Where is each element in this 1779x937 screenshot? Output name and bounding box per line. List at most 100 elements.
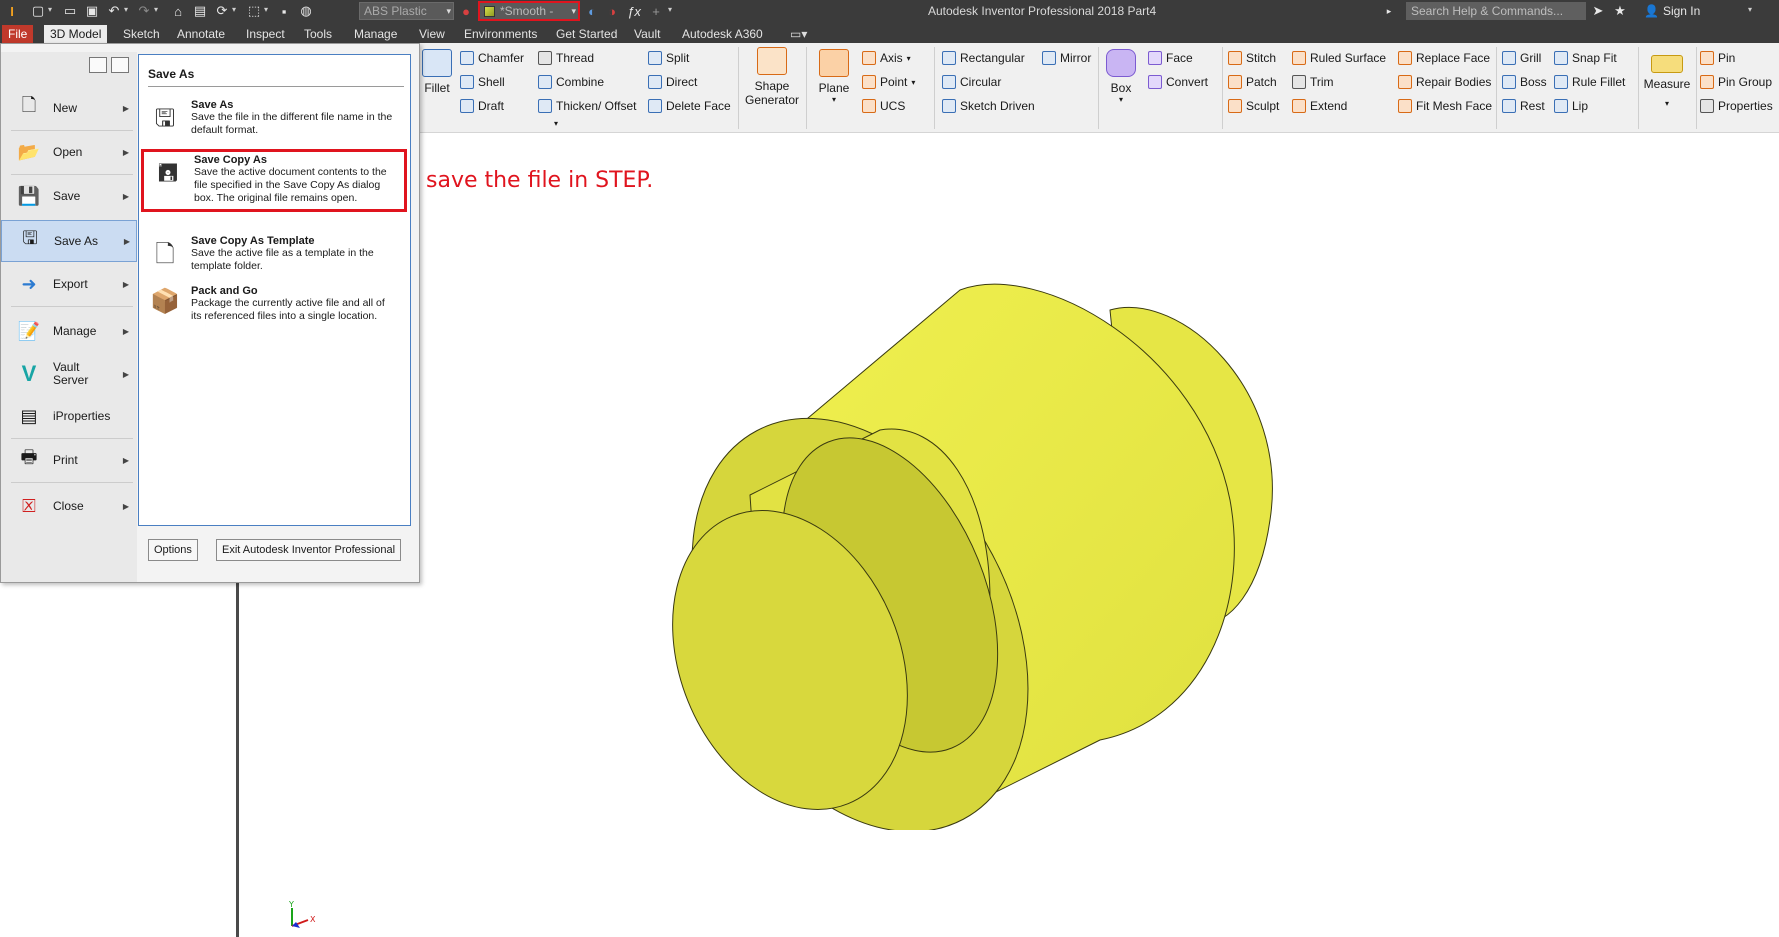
replace-face-button[interactable]: Replace Face [1398, 51, 1490, 65]
shape-generator-button[interactable]: Shape Generator [742, 47, 802, 107]
submenu-pack-and-go[interactable]: 📦 Pack and Go Package the currently acti… [147, 285, 405, 323]
exit-inventor-button[interactable]: Exit Autodesk Inventor Professional [216, 539, 402, 561]
redo-dropdown-icon[interactable]: ▾ [154, 5, 158, 14]
delete-face-button[interactable]: Delete Face [648, 99, 731, 113]
tab-annotate[interactable]: Annotate [171, 25, 231, 43]
appearance-dropdown[interactable]: *Smooth - ▾ [478, 1, 580, 21]
chamfer-button[interactable]: Chamfer [460, 51, 524, 65]
mirror-button[interactable]: Mirror [1042, 51, 1091, 65]
new-file-icon[interactable]: ▢ [30, 3, 46, 19]
parameters-fx-icon[interactable]: ƒx [626, 3, 642, 19]
tab-tools[interactable]: Tools [298, 25, 338, 43]
cylinder-part-model[interactable] [640, 270, 1280, 830]
tab-file[interactable]: File [2, 25, 34, 43]
return-icon[interactable]: ▤ [192, 3, 208, 19]
combine-button[interactable]: Combine [538, 75, 604, 89]
tab-manage[interactable]: Manage [348, 25, 403, 43]
tab-get-started[interactable]: Get Started [550, 25, 623, 43]
circular-pattern-button[interactable]: Circular [942, 75, 1001, 89]
inventor-logo-icon[interactable]: I [4, 3, 20, 19]
menu-item-vault-server[interactable]: V Vault Server ▶ [7, 354, 135, 394]
new-dropdown-icon[interactable]: ▾ [48, 5, 52, 14]
search-help-icon[interactable]: ➤ [1590, 3, 1606, 19]
adjust-icon[interactable]: ◐ [584, 3, 600, 19]
submenu-save-copy-as[interactable]: 🖪 Save Copy As Save the active document … [141, 149, 407, 212]
material-dropdown[interactable]: ABS Plastic ▾ [359, 2, 454, 20]
direct-button[interactable]: Direct [648, 75, 697, 89]
repair-bodies-button[interactable]: Repair Bodies [1398, 75, 1491, 89]
menu-item-save[interactable]: 💾 Save ▶ [7, 176, 135, 216]
submenu-save-as[interactable]: 🖫 Save As Save the file in the different… [147, 99, 405, 137]
sculpt-button[interactable]: Sculpt [1228, 99, 1279, 113]
open-documents-icon[interactable] [111, 57, 129, 73]
options-button[interactable]: Options [148, 539, 198, 561]
menu-item-print[interactable]: 🖶 Print ▶ [7, 440, 135, 480]
grill-button[interactable]: Grill [1502, 51, 1541, 65]
thicken-offset-button[interactable]: Thicken/ Offset [538, 99, 636, 113]
rest-button[interactable]: Rest [1502, 99, 1545, 113]
sign-in-button[interactable]: 👤 Sign In [1644, 4, 1700, 18]
menu-item-save-as[interactable]: 🖫 Save As ▶ [1, 220, 137, 262]
undo-dropdown-icon[interactable]: ▾ [124, 5, 128, 14]
measure-button[interactable]: Measure ▾ [1642, 49, 1692, 108]
extend-button[interactable]: Extend [1292, 99, 1347, 113]
clear-appearance-icon[interactable]: ◑ [604, 3, 620, 19]
pin-group-button[interactable]: Pin Group [1700, 75, 1772, 89]
ruled-surface-button[interactable]: Ruled Surface [1292, 51, 1386, 65]
sketch-driven-pattern-button[interactable]: Sketch Driven [942, 99, 1035, 113]
rectangular-pattern-button[interactable]: Rectangular [942, 51, 1025, 65]
submenu-save-copy-as-template[interactable]: 🗋 Save Copy As Template Save the active … [147, 235, 405, 273]
menu-item-manage[interactable]: 📝 Manage ▶ [7, 311, 135, 351]
tab-vault[interactable]: Vault [628, 25, 666, 43]
ucs-button[interactable]: UCS [862, 99, 905, 113]
undo-icon[interactable]: ↶ [106, 3, 122, 19]
save-icon[interactable]: ▣ [84, 3, 100, 19]
rule-fillet-button[interactable]: Rule Fillet [1554, 75, 1625, 89]
stitch-button[interactable]: Stitch [1228, 51, 1276, 65]
select-dropdown-icon[interactable]: ▾ [264, 5, 268, 14]
measure-small-icon[interactable]: ▪ [276, 3, 292, 19]
customize-dropdown-icon[interactable]: ▾ [668, 5, 672, 14]
tab-autodesk-a360[interactable]: Autodesk A360 [676, 25, 769, 43]
patch-button[interactable]: Patch [1228, 75, 1277, 89]
tab-3d-model[interactable]: 3D Model [44, 25, 108, 43]
trim-button[interactable]: Trim [1292, 75, 1334, 89]
globe-icon[interactable]: ◍ [298, 3, 314, 19]
lip-button[interactable]: Lip [1554, 99, 1588, 113]
menu-item-open[interactable]: 📂 Open ▶ [7, 132, 135, 172]
fit-mesh-face-button[interactable]: Fit Mesh Face [1398, 99, 1492, 113]
pin-button[interactable]: Pin [1700, 51, 1735, 65]
split-button[interactable]: Split [648, 51, 689, 65]
search-input[interactable]: Search Help & Commands... [1406, 2, 1586, 20]
chevron-right-icon[interactable]: ▸ [1384, 3, 1394, 19]
redo-icon[interactable]: ↷ [136, 3, 152, 19]
tab-overflow-icon[interactable]: ▭▾ [784, 25, 813, 43]
tab-environments[interactable]: Environments [458, 25, 543, 43]
menu-item-iproperties[interactable]: ▤ iProperties [7, 396, 135, 436]
select-icon[interactable]: ⬚ [246, 3, 262, 19]
snap-fit-button[interactable]: Snap Fit [1554, 51, 1617, 65]
menu-item-export[interactable]: ➜ Export ▶ [7, 264, 135, 304]
tab-inspect[interactable]: Inspect [240, 25, 291, 43]
point-button[interactable]: Point ▾ [862, 75, 915, 89]
recent-documents-icon[interactable] [89, 57, 107, 73]
tab-view[interactable]: View [413, 25, 451, 43]
draft-button[interactable]: Draft [460, 99, 504, 113]
star-icon[interactable]: ★ [1612, 3, 1628, 19]
tab-sketch[interactable]: Sketch [117, 25, 166, 43]
add-icon[interactable]: + [648, 3, 664, 19]
properties-button[interactable]: Properties [1700, 99, 1773, 113]
signin-dropdown-icon[interactable]: ▾ [1748, 5, 1752, 14]
modify-panel-expand-icon[interactable]: ▾ [554, 119, 558, 128]
axis-button[interactable]: Axis ▾ [862, 51, 911, 65]
open-folder-icon[interactable]: ▭ [62, 3, 78, 19]
plane-button[interactable]: Plane ▾ [812, 49, 856, 104]
thread-button[interactable]: Thread [538, 51, 594, 65]
update-icon[interactable]: ⟳ [214, 3, 230, 19]
boss-button[interactable]: Boss [1502, 75, 1547, 89]
menu-item-close[interactable]: 🗵 Close ▶ [7, 486, 135, 526]
fillet-button[interactable]: Fillet [422, 49, 452, 95]
shell-button[interactable]: Shell [460, 75, 505, 89]
box-button[interactable]: Box ▾ [1104, 49, 1138, 104]
home-icon[interactable]: ⌂ [170, 3, 186, 19]
